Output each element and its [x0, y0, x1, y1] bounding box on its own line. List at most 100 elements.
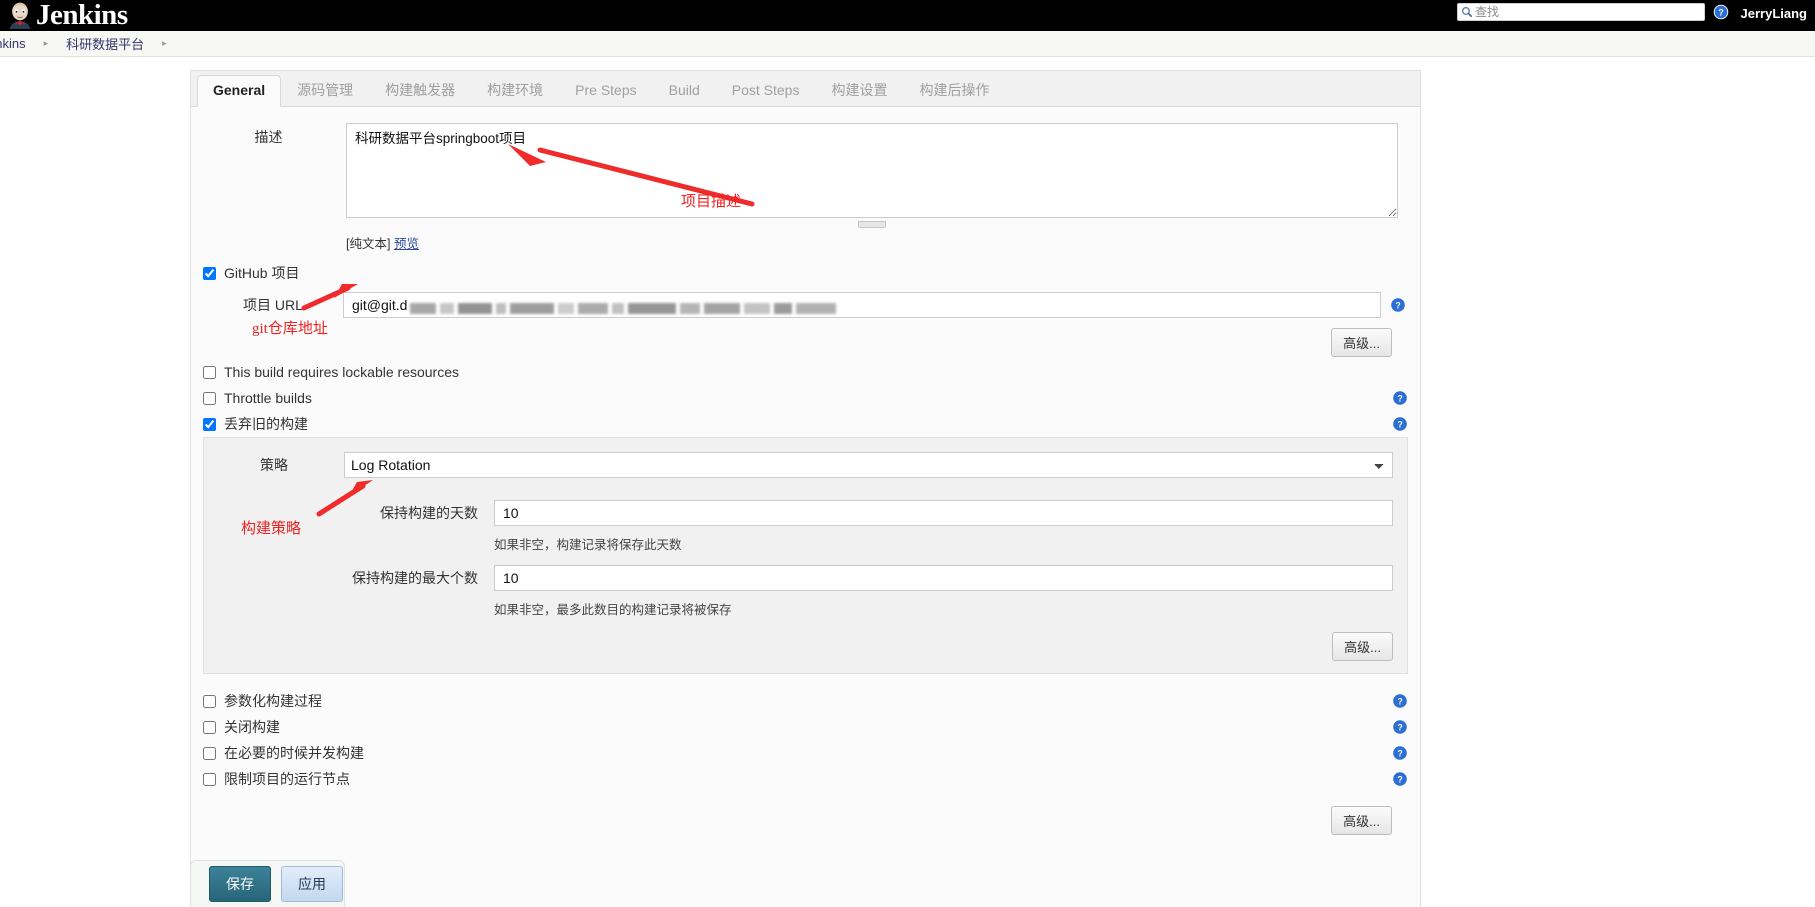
- days-to-keep-label: 保持构建的天数: [380, 505, 478, 521]
- bottom-advanced-row: 高级...: [191, 792, 1420, 837]
- config-form: 描述 [纯文本] 预览 GitHub 项目 项目 URL git@g: [191, 107, 1420, 837]
- description-row: 描述: [191, 107, 1420, 228]
- discard-builds-help-icon[interactable]: ?: [1392, 416, 1408, 432]
- concurrent-build-checkbox[interactable]: [203, 746, 216, 760]
- tab-build-settings[interactable]: 构建设置: [815, 75, 903, 106]
- strategy-select[interactable]: Log Rotation: [344, 452, 1393, 478]
- breadcrumb: enkins ▸ 科研数据平台 ▸: [0, 31, 1815, 57]
- lockable-resources-checkbox[interactable]: [203, 365, 216, 379]
- github-url-help-icon[interactable]: ?: [1390, 297, 1406, 313]
- config-tabbar: General 源码管理 构建触发器 构建环境 Pre Steps Build …: [191, 71, 1420, 107]
- brand-title: Jenkins: [36, 0, 128, 31]
- tab-build-triggers[interactable]: 构建触发器: [369, 75, 471, 106]
- parameterized-build-label: 参数化构建过程: [224, 693, 322, 709]
- discard-builds-checkbox[interactable]: [203, 417, 216, 431]
- description-field-wrap: [346, 123, 1398, 228]
- tab-build-environment[interactable]: 构建环境: [471, 75, 559, 106]
- search-box[interactable]: [1457, 3, 1705, 21]
- days-to-keep-input[interactable]: [494, 500, 1393, 526]
- lockable-resources-row[interactable]: This build requires lockable resources: [191, 359, 1420, 385]
- parameterized-build-checkbox[interactable]: [203, 694, 216, 708]
- search-icon: [1462, 7, 1473, 18]
- throttle-builds-help-icon[interactable]: ?: [1392, 390, 1408, 406]
- github-advanced-button[interactable]: 高级...: [1331, 328, 1392, 357]
- build-options-list: 参数化构建过程 ? 关闭构建 ? 在必要的时候并发构建 ? 限制项目的运行节点 …: [191, 688, 1420, 792]
- lockable-resources-label: This build requires lockable resources: [224, 364, 459, 380]
- discard-builds-row[interactable]: 丢弃旧的构建 ?: [191, 411, 1420, 437]
- concurrent-build-label: 在必要的时候并发构建: [224, 745, 364, 761]
- jenkins-butler-logo-icon: [9, 2, 31, 29]
- description-textarea[interactable]: [346, 123, 1398, 218]
- search-input[interactable]: [1475, 5, 1701, 19]
- github-project-label: GitHub 项目: [224, 265, 300, 281]
- restrict-node-label: 限制项目的运行节点: [224, 771, 350, 787]
- tab-pre-steps[interactable]: Pre Steps: [559, 75, 652, 106]
- parameterized-build-row[interactable]: 参数化构建过程 ?: [191, 688, 1420, 714]
- breadcrumb-separator-icon-2: ▸: [162, 38, 167, 48]
- svg-text:?: ?: [1397, 723, 1402, 733]
- tab-post-steps[interactable]: Post Steps: [716, 75, 816, 106]
- github-project-block: 项目 URL git@git.d ? 高级...: [191, 286, 1420, 359]
- tab-general[interactable]: General: [197, 75, 282, 107]
- plain-text-marker: [纯文本]: [346, 237, 391, 251]
- github-project-checkbox[interactable]: [203, 266, 216, 280]
- textarea-resize-grip[interactable]: [858, 221, 886, 228]
- strategy-row: 策略 Log Rotation: [204, 448, 1407, 482]
- breadcrumb-item-project[interactable]: 科研数据平台: [62, 34, 148, 53]
- days-to-keep-row: 保持构建的天数: [204, 496, 1407, 530]
- breadcrumb-separator-icon: ▸: [43, 38, 49, 48]
- svg-text:?: ?: [1397, 394, 1402, 404]
- jenkins-brand-link[interactable]: Jenkins: [6, 0, 128, 31]
- github-project-row[interactable]: GitHub 项目: [191, 260, 1420, 286]
- preview-link[interactable]: 预览: [394, 237, 419, 251]
- concurrent-build-help-icon[interactable]: ?: [1392, 745, 1408, 761]
- help-circle-icon[interactable]: ?: [1713, 4, 1729, 20]
- max-builds-note: 如果非空，最多此数目的构建记录将被保存: [494, 603, 732, 617]
- discard-advanced-row: 高级...: [204, 626, 1407, 663]
- concurrent-build-row[interactable]: 在必要的时候并发构建 ?: [191, 740, 1420, 766]
- restrict-node-checkbox[interactable]: [203, 772, 216, 786]
- svg-text:?: ?: [1397, 420, 1402, 430]
- disable-build-help-icon[interactable]: ?: [1392, 719, 1408, 735]
- save-button[interactable]: 保存: [209, 866, 271, 902]
- form-button-bar: 保存 应用: [190, 860, 345, 907]
- apply-button[interactable]: 应用: [281, 866, 343, 902]
- throttle-builds-checkbox[interactable]: [203, 391, 216, 405]
- tab-post-build-actions[interactable]: 构建后操作: [903, 75, 1005, 106]
- restrict-node-row[interactable]: 限制项目的运行节点 ?: [191, 766, 1420, 792]
- max-builds-input[interactable]: [494, 565, 1393, 591]
- github-url-row: 项目 URL git@git.d ?: [191, 288, 1420, 322]
- disable-build-row[interactable]: 关闭构建 ?: [191, 714, 1420, 740]
- svg-text:?: ?: [1397, 697, 1402, 707]
- github-url-label: 项目 URL: [243, 297, 303, 313]
- config-panel: General 源码管理 构建触发器 构建环境 Pre Steps Build …: [190, 70, 1421, 907]
- svg-text:?: ?: [1718, 8, 1723, 18]
- discard-builds-label: 丢弃旧的构建: [224, 416, 308, 432]
- strategy-label: 策略: [260, 457, 288, 473]
- max-builds-row: 保持构建的最大个数: [204, 561, 1407, 595]
- discard-advanced-button[interactable]: 高级...: [1332, 632, 1393, 661]
- throttle-builds-row[interactable]: Throttle builds ?: [191, 385, 1420, 411]
- svg-text:?: ?: [1397, 749, 1402, 759]
- jenkins-configure-page: Jenkins ? JerryLiang enkins ▸ 科研数据平台 ▸ G…: [0, 0, 1815, 907]
- svg-text:?: ?: [1397, 775, 1402, 785]
- days-to-keep-note: 如果非空，构建记录将保存此天数: [494, 538, 682, 552]
- github-url-redacted: [410, 300, 840, 315]
- discard-strategy-section: 策略 Log Rotation 保持构建的天数 如果非空，构建记录将保存此天数 …: [203, 437, 1408, 674]
- top-navigation-bar: Jenkins ? JerryLiang: [0, 0, 1815, 31]
- disable-build-label: 关闭构建: [224, 719, 280, 735]
- disable-build-checkbox[interactable]: [203, 720, 216, 734]
- github-advanced-row: 高级...: [191, 322, 1420, 359]
- tab-source-management[interactable]: 源码管理: [281, 75, 369, 106]
- svg-text:?: ?: [1395, 301, 1400, 311]
- restrict-node-help-icon[interactable]: ?: [1392, 771, 1408, 787]
- user-name-link[interactable]: JerryLiang: [1741, 6, 1807, 21]
- description-label: 描述: [254, 129, 283, 145]
- parameterized-build-help-icon[interactable]: ?: [1392, 693, 1408, 709]
- github-url-visible-text: git@git.d: [352, 297, 408, 313]
- throttle-builds-label: Throttle builds: [224, 390, 312, 406]
- tab-build[interactable]: Build: [653, 75, 716, 106]
- github-url-input[interactable]: git@git.d: [343, 292, 1381, 318]
- bottom-advanced-button[interactable]: 高级...: [1331, 806, 1392, 835]
- breadcrumb-item-jenkins[interactable]: enkins: [0, 36, 30, 51]
